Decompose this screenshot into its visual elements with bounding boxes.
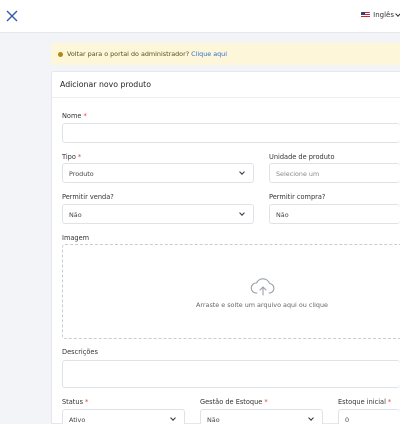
notice-text: Voltar para o portal do administrador? [67, 50, 190, 58]
allow-purchase-select[interactable]: Não [269, 204, 400, 224]
card-title: Adicionar novo produto [52, 72, 400, 98]
unit-placeholder: Selecione um [276, 170, 320, 178]
name-input[interactable] [62, 123, 400, 143]
type-label: Tipo * [62, 153, 82, 161]
allow-sale-select[interactable]: Não [62, 204, 254, 224]
chevron-down-icon [395, 11, 400, 17]
allow-purchase-label: Permitir compra? [269, 193, 326, 201]
info-icon [58, 51, 63, 57]
chevron-down-icon [239, 210, 245, 216]
chevron-down-icon [170, 415, 176, 421]
allow-sale-value: Não [69, 211, 82, 219]
stock-management-label: Gestão de Estoque * [200, 398, 268, 406]
unit-label: Unidade de produto [269, 153, 335, 161]
type-value: Produto [69, 170, 94, 178]
type-select[interactable]: Produto [62, 163, 254, 183]
us-flag-icon [361, 12, 371, 18]
language-selector[interactable]: Inglês [361, 11, 400, 19]
image-label: Imagem [62, 234, 90, 242]
descriptions-textarea[interactable] [62, 360, 400, 388]
admin-portal-notice: Voltar para o portal do administrador? C… [51, 43, 400, 65]
image-dropzone[interactable]: Arraste e solte um arquivo aqui ou cliqu… [62, 244, 400, 339]
stock-management-value: Não [207, 416, 220, 424]
chevron-down-icon [308, 415, 314, 421]
chevron-down-icon [239, 169, 245, 175]
name-label: Nome * [62, 112, 87, 120]
stock-management-select[interactable]: Não [200, 409, 323, 424]
allow-sale-label: Permitir venda? [62, 193, 114, 201]
initial-stock-value: 0 [345, 416, 350, 424]
initial-stock-label: Estoque inicial * [338, 398, 392, 406]
descriptions-label: Descrições [62, 348, 98, 356]
close-icon[interactable] [6, 10, 18, 22]
cloud-upload-icon [250, 278, 275, 296]
language-label: Inglês [373, 11, 394, 19]
top-bar: Inglês [0, 0, 400, 33]
status-value: Ativo [69, 416, 86, 424]
notice-link[interactable]: Clique aqui [191, 50, 227, 58]
dropzone-text: Arraste e solte um arquivo aqui ou cliqu… [196, 301, 328, 309]
status-label: Status * [62, 398, 89, 406]
initial-stock-input[interactable]: 0 [338, 409, 400, 424]
unit-select[interactable]: Selecione um [269, 163, 400, 183]
status-select[interactable]: Ativo [62, 409, 185, 424]
allow-purchase-value: Não [276, 211, 289, 219]
